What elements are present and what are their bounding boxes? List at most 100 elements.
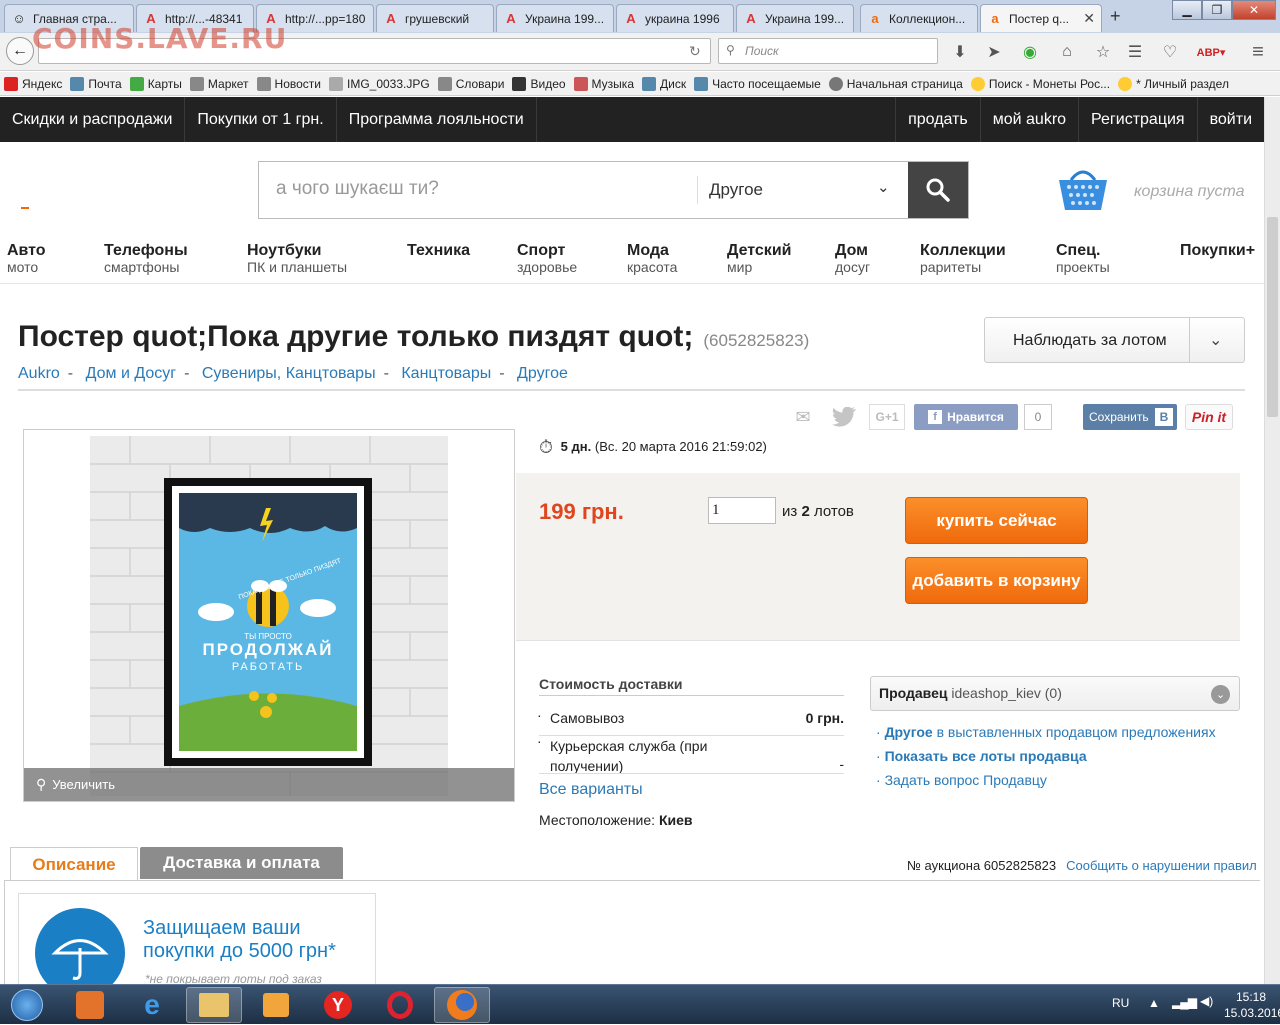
category-home[interactable]: Дом досуг	[835, 242, 870, 275]
bookmark-item[interactable]: * Личный раздел	[1118, 76, 1229, 91]
browser-tab[interactable]: A Украина 199...	[496, 4, 614, 32]
nav-from-1[interactable]: Покупки от 1 грн.	[185, 97, 337, 142]
category-select[interactable]: Другое	[709, 180, 763, 200]
page-scrollbar[interactable]	[1264, 97, 1280, 984]
all-variants-link[interactable]: Все варианты	[539, 781, 643, 799]
nav-loyalty[interactable]: Программа лояльности	[337, 97, 537, 142]
search-input[interactable]: а чого шукаєш ти?	[276, 178, 439, 200]
scrollbar-thumb[interactable]	[1267, 217, 1278, 417]
home-icon[interactable]: ⌂	[1057, 42, 1077, 62]
search-button[interactable]	[908, 162, 968, 218]
clock[interactable]: 15:18 15.03.2016	[1224, 989, 1280, 1021]
watch-lot-button[interactable]: Наблюдать за лотом ⌄	[984, 317, 1245, 363]
browser-tab-active[interactable]: a Постер q... ✕	[980, 4, 1102, 32]
breadcrumb-link[interactable]: Другое	[517, 365, 568, 382]
add-to-cart-button[interactable]: добавить в корзину	[905, 557, 1088, 604]
nav-sell[interactable]: продать	[895, 97, 980, 142]
breadcrumb-link[interactable]: Канцтовары	[401, 365, 491, 382]
cart-status[interactable]: корзина пуста	[1134, 183, 1245, 201]
breadcrumb-link[interactable]: Сувениры, Канцтовары	[202, 365, 376, 382]
tab-delivery[interactable]: Доставка и оплата	[140, 847, 343, 879]
category-plus[interactable]: Покупки+	[1180, 242, 1255, 259]
bookmark-item[interactable]: Поиск - Монеты Рос...	[970, 76, 1110, 91]
nav-my-aukro[interactable]: мой aukro	[979, 97, 1078, 142]
taskbar-yandex-icon[interactable]: Y	[310, 987, 366, 1023]
start-button[interactable]	[2, 987, 52, 1023]
language-indicator[interactable]: RU	[1112, 996, 1129, 1010]
bookmark-item[interactable]: Новости	[256, 76, 321, 91]
taskbar-ie-icon[interactable]: e	[124, 987, 180, 1023]
taskbar-firefox-icon[interactable]	[434, 987, 490, 1023]
taskbar-app-icon[interactable]	[62, 987, 118, 1023]
seller-all-lots-link[interactable]: · Показать все лоты продавца	[876, 748, 1087, 764]
bookmark-item[interactable]: IMG_0033.JPG	[328, 76, 430, 91]
nav-login[interactable]: войти	[1196, 97, 1264, 142]
category-kids[interactable]: Детский мир	[727, 242, 791, 275]
nav-register[interactable]: Регистрация	[1078, 97, 1197, 142]
category-collections[interactable]: Коллекции раритеты	[920, 242, 1006, 275]
taskbar-explorer-icon[interactable]	[186, 987, 242, 1023]
browser-tab[interactable]: A Украина 199...	[736, 4, 854, 32]
bookmark-item[interactable]: Музыка	[573, 76, 634, 91]
bookmark-item[interactable]: Яндекс	[4, 76, 62, 91]
nav-sales[interactable]: Скидки и распродажи	[0, 97, 186, 142]
buyer-protection-banner[interactable]: Защищаем ваши покупки до 5000 грн* *не по…	[18, 893, 376, 993]
category-laptops[interactable]: Ноутбуки ПК и планшеты	[247, 242, 347, 275]
bookmark-item[interactable]: Карты	[129, 76, 182, 91]
new-tab-button[interactable]: +	[1110, 6, 1121, 27]
product-image-gallery[interactable]: ПОКА ДРУГИЕ ТОЛЬКО ПИЗДЯТ ТЫ ПРОСТО ПРОД…	[23, 429, 515, 802]
cart-basket-icon[interactable]	[1057, 166, 1109, 212]
bookmark-item[interactable]: Почта	[70, 76, 122, 91]
reload-icon[interactable]: ↻	[689, 43, 701, 60]
browser-tab[interactable]: a Коллекцион...	[860, 4, 978, 32]
tab-description[interactable]: Описание	[10, 847, 138, 881]
taskbar-media-icon[interactable]	[248, 987, 304, 1023]
category-special[interactable]: Спец. проекты	[1056, 242, 1110, 275]
category-tech[interactable]: Техника	[407, 242, 470, 259]
email-share-icon[interactable]: ✉	[790, 404, 816, 430]
quantity-input[interactable]: 1	[708, 497, 776, 524]
network-icon[interactable]: ▂▄▆	[1172, 995, 1197, 1009]
pinterest-button[interactable]: Pin it	[1185, 404, 1233, 430]
tray-expand-icon[interactable]: ▲	[1148, 996, 1160, 1010]
bookmark-star-icon[interactable]: ☆	[1093, 42, 1113, 62]
bookmark-item[interactable]: Часто посещаемые	[694, 76, 821, 91]
chevron-down-icon[interactable]: ⌄	[1211, 685, 1230, 704]
ask-seller-link[interactable]: · Задать вопрос Продавцу	[876, 772, 1047, 788]
report-link[interactable]: Сообщить о нарушении правил	[1066, 858, 1257, 873]
category-sport[interactable]: Спорт здоровье	[517, 242, 577, 275]
buy-now-button[interactable]: купить сейчас	[905, 497, 1088, 544]
adblock-icon[interactable]: ABP▾	[1197, 42, 1226, 62]
maximize-icon[interactable]: ❐	[1202, 0, 1232, 20]
vk-save-button[interactable]: Сохранить B	[1083, 404, 1177, 430]
bookmark-item[interactable]: Словари	[437, 76, 504, 91]
bookmark-item[interactable]: Начальная страница	[828, 76, 963, 91]
category-fashion[interactable]: Мода красота	[627, 242, 677, 275]
download-icon[interactable]: ⬇	[950, 42, 970, 62]
twitter-icon[interactable]	[830, 404, 858, 430]
pocket-icon[interactable]: ♡	[1160, 42, 1180, 62]
volume-icon[interactable]: ◀)	[1200, 994, 1213, 1008]
minimize-icon[interactable]: ▁	[1172, 0, 1202, 20]
breadcrumb-link[interactable]: Aukro	[18, 365, 60, 382]
menu-icon[interactable]: ≡	[1248, 41, 1268, 63]
back-icon[interactable]: ←	[6, 37, 34, 65]
browser-tab[interactable]: Aукраина 1996	[616, 4, 734, 32]
seller-panel[interactable]: Продавец ideashop_kiev (0) ⌄	[870, 676, 1240, 711]
addon-icon[interactable]: ◉	[1020, 42, 1040, 62]
zoom-button[interactable]: ⚲ Увеличить	[24, 768, 514, 801]
category-auto[interactable]: Авто мото	[7, 242, 46, 275]
chevron-down-icon[interactable]: ⌄	[1209, 330, 1222, 350]
bookmark-item[interactable]: Маркет	[189, 76, 249, 91]
breadcrumb-link[interactable]: Дом и Досуг	[86, 365, 177, 382]
google-plus-icon[interactable]: G+1	[869, 404, 905, 430]
bookmark-item[interactable]: Видео	[512, 76, 566, 91]
seller-other-lots-link[interactable]: · Другое в выставленных продавцом предло…	[876, 724, 1216, 740]
chevron-down-icon[interactable]: ⌄	[877, 178, 890, 196]
bookmark-item[interactable]: Диск	[642, 76, 686, 91]
category-phones[interactable]: Телефоны смартфоны	[104, 242, 188, 275]
send-icon[interactable]: ➤	[984, 42, 1004, 62]
taskbar-opera-icon[interactable]	[372, 987, 428, 1023]
reading-list-icon[interactable]: ☰	[1125, 42, 1145, 62]
browser-search-input[interactable]: ⚲ Поиск	[718, 38, 938, 64]
